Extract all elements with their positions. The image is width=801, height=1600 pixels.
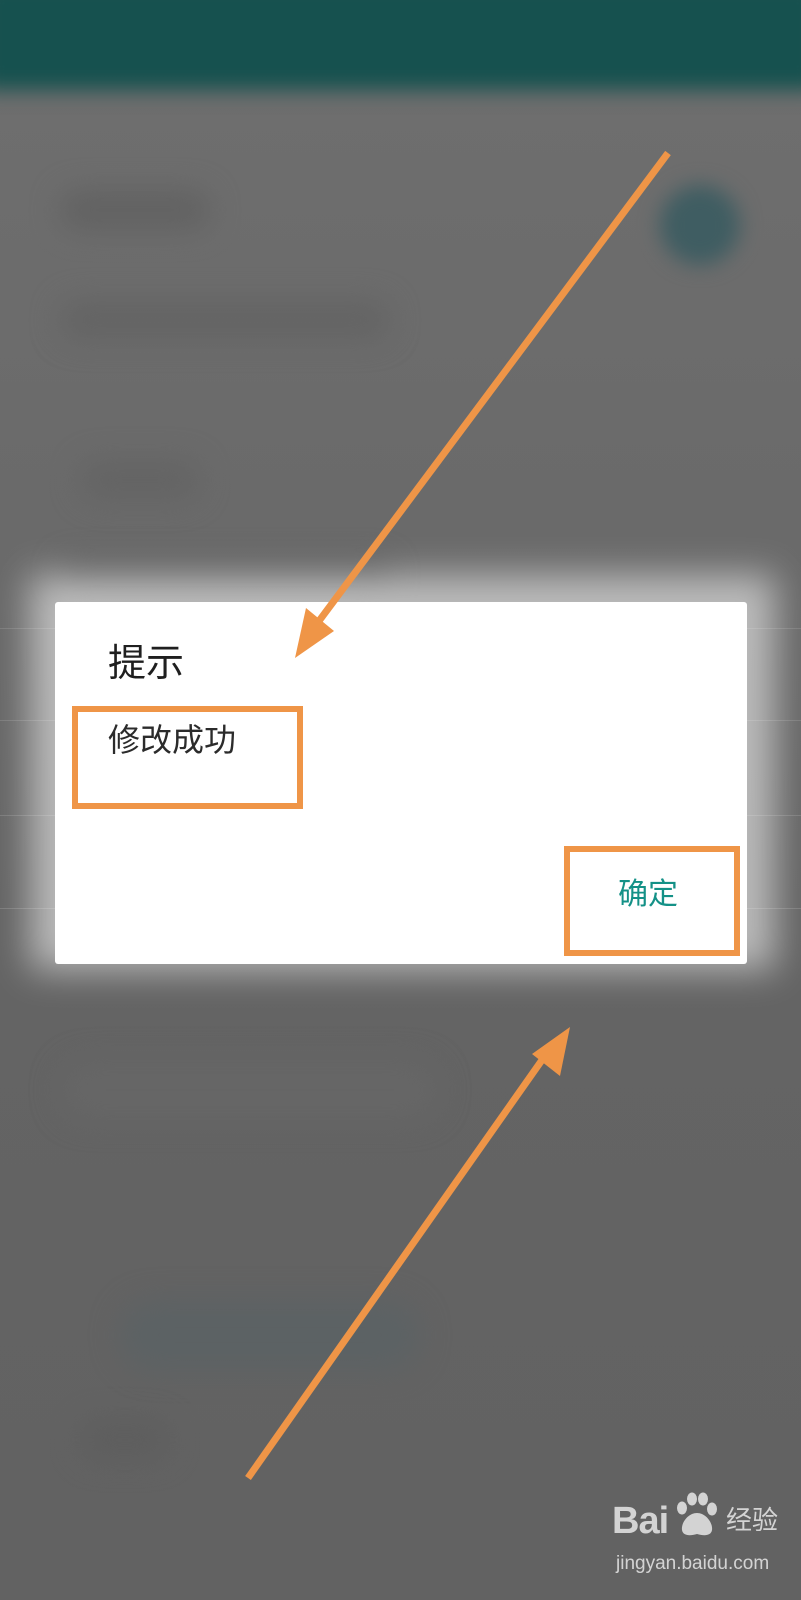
background-row <box>80 460 200 500</box>
background-row <box>60 190 210 230</box>
background-row <box>120 1300 420 1370</box>
background-row <box>80 1420 170 1460</box>
confirm-highlight-box <box>564 846 740 956</box>
dialog-title: 提示 <box>108 641 185 685</box>
baidu-jingyan-watermark: Bai 经验 jingyan.baidu.com <box>612 1488 792 1588</box>
watermark-url: jingyan.baidu.com <box>616 1553 770 1574</box>
watermark-logo-text: Bai <box>612 1500 669 1542</box>
message-highlight-box <box>72 706 303 809</box>
baidu-paw-icon <box>677 1492 717 1536</box>
avatar <box>660 185 740 265</box>
background-row <box>60 300 390 340</box>
background-row <box>60 1060 440 1120</box>
watermark-brand-suffix: 经验 <box>726 1506 779 1536</box>
app-bar <box>0 0 801 90</box>
